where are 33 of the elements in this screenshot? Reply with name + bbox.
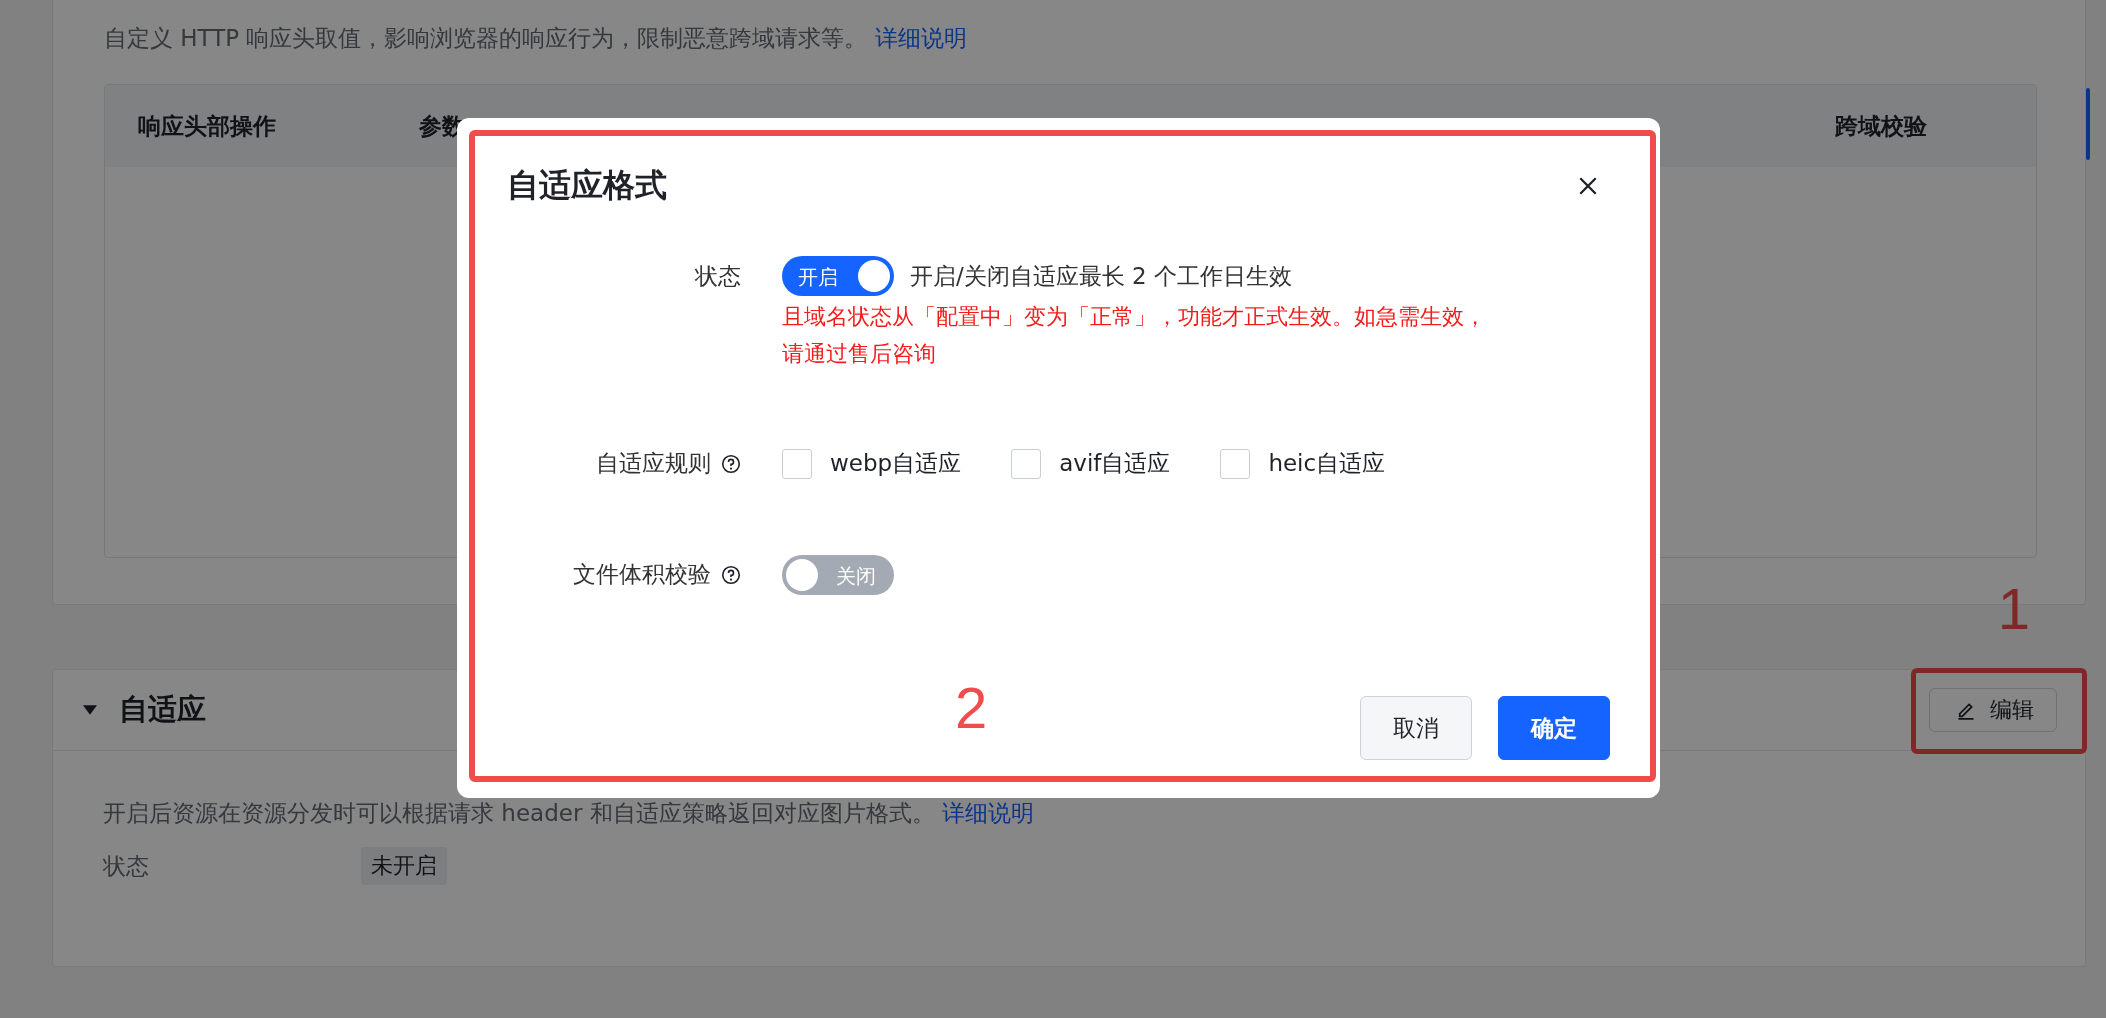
dialog-title: 自适应格式	[507, 165, 667, 206]
confirm-button[interactable]: 确定	[1498, 696, 1610, 760]
column-header: 跨域校验	[1835, 111, 1927, 141]
checkbox-label: webp自适应	[830, 449, 962, 479]
scrollbar-thumb[interactable]	[2086, 88, 2090, 160]
status-label: 状态	[103, 851, 150, 881]
field-label: 文件体积校验	[573, 560, 711, 590]
column-header: 响应头部操作	[138, 111, 276, 141]
details-link[interactable]: 详细说明	[941, 800, 1034, 826]
details-link[interactable]: 详细说明	[874, 25, 967, 51]
checkbox[interactable]	[782, 448, 812, 479]
cancel-button[interactable]: 取消	[1360, 696, 1472, 760]
annotation-number: 2	[955, 679, 988, 737]
caret-icon[interactable]	[83, 705, 97, 715]
close-icon[interactable]	[1579, 177, 1597, 195]
warning-text: 且域名状态从「配置中」变为「正常」，功能才正式生效。如急需生效，	[782, 303, 1486, 331]
warning-text: 请通过售后咨询	[782, 339, 937, 368]
help-icon[interactable]	[721, 453, 741, 474]
section-title: 自适应	[119, 691, 206, 728]
checkbox-label: avif自适应	[1059, 449, 1171, 479]
toggle-switch[interactable]: 开启	[782, 256, 894, 296]
section-description: 自定义 HTTP 响应头取值，影响浏览器的响应行为，限制恶意跨域请求等。 详细说明	[104, 24, 968, 53]
help-icon[interactable]	[721, 564, 741, 585]
checkbox-label: heic自适应	[1268, 449, 1386, 479]
field-label: 状态	[695, 261, 741, 291]
edit-button[interactable]: 编辑	[1929, 688, 2057, 732]
annotation-number: 1	[1997, 580, 2030, 638]
field-label: 自适应规则	[596, 449, 711, 479]
hint-text: 开启/关闭自适应最长 2 个工作日生效	[910, 261, 1292, 291]
checkbox[interactable]	[1220, 448, 1251, 479]
section-description: 开启后资源在资源分发时可以根据请求 header 和自适应策略返回对应图片格式。 详细说明	[103, 799, 1035, 828]
checkbox[interactable]	[1011, 448, 1042, 479]
status-tag: 未开启	[361, 847, 447, 886]
